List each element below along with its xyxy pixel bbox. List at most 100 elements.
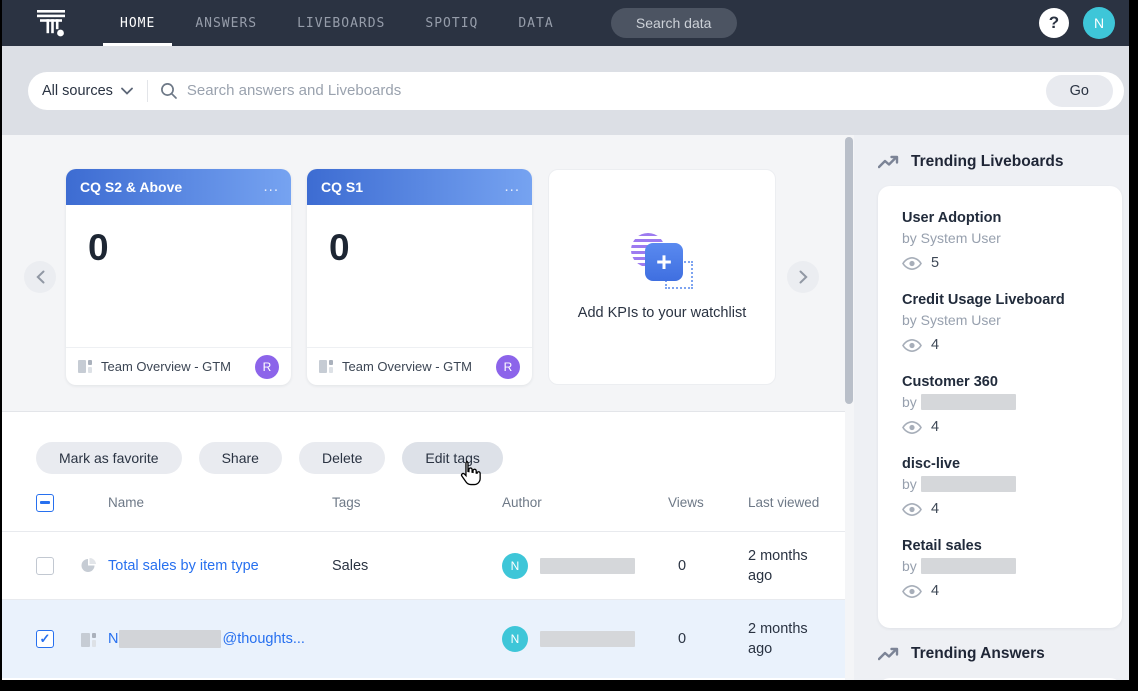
items-list-section: Mark as favorite Share Delete Edit tags … [2, 412, 845, 680]
item-name-link[interactable]: Total sales by item type [108, 558, 332, 574]
screen: HOME ANSWERS LIVEBOARDS SPOTIQ DATA Sear… [0, 0, 1138, 691]
search-section: All sources Go [2, 46, 1129, 135]
trending-item-views: 4 [902, 583, 1122, 599]
owner-avatar[interactable]: R [255, 355, 279, 379]
kpi-card-cq-s1[interactable]: CQ S1 ... 0 Team Overview - GTM R [307, 169, 532, 385]
app-window: HOME ANSWERS LIVEBOARDS SPOTIQ DATA Sear… [2, 0, 1129, 680]
redacted-author-name [921, 558, 1016, 574]
select-all-checkbox[interactable] [36, 494, 54, 512]
trending-item-author: by System User [902, 230, 1122, 246]
search-input[interactable] [187, 82, 1046, 99]
trending-item-name[interactable]: disc-live [902, 456, 1122, 472]
item-tags: Sales [332, 558, 502, 574]
kpi-value: 0 [66, 205, 291, 347]
add-kpi-icon: + [631, 233, 693, 289]
trending-item-views: 4 [902, 419, 1122, 435]
trending-item-name[interactable]: Customer 360 [902, 374, 1122, 390]
item-views: 0 [668, 631, 748, 647]
author-avatar: N [502, 553, 528, 579]
trending-item-author: by [902, 394, 1122, 410]
author-cell: N [502, 553, 668, 579]
redacted-author-name [540, 631, 635, 647]
column-header-name[interactable]: Name [108, 495, 332, 510]
eye-icon [902, 585, 922, 598]
row-checkbox-checked[interactable]: ✓ [36, 630, 54, 648]
trending-liveboards-header: Trending Liveboards [878, 153, 1129, 171]
main-content: CQ S2 & Above ... 0 Team Overview - GTM … [2, 135, 845, 680]
go-button[interactable]: Go [1046, 75, 1113, 107]
nav-tab-answers[interactable]: ANSWERS [178, 0, 274, 46]
kpi-card-header: CQ S2 & Above ... [66, 169, 291, 205]
liveboard-icon [78, 359, 93, 374]
kpi-card-menu-icon[interactable]: ... [263, 184, 279, 190]
user-avatar[interactable]: N [1083, 7, 1115, 39]
kpi-card-header: CQ S1 ... [307, 169, 532, 205]
table-row[interactable]: Total sales by item type Sales N 0 2 mon… [2, 532, 845, 600]
trending-icon [878, 647, 900, 661]
add-kpi-card[interactable]: + Add KPIs to your watchlist [548, 169, 776, 385]
column-header-tags[interactable]: Tags [332, 495, 502, 510]
item-name-suffix: @thoughts... [222, 631, 304, 647]
trending-item: disc-live by 4 [902, 456, 1122, 517]
views-count: 5 [931, 255, 939, 271]
column-header-views[interactable]: Views [668, 495, 748, 510]
mark-favorite-button[interactable]: Mark as favorite [36, 442, 182, 474]
trending-item-views: 5 [902, 255, 1122, 271]
indeterminate-dash [40, 501, 50, 504]
trending-item-name[interactable]: Credit Usage Liveboard [902, 292, 1122, 308]
kpi-watchlist-carousel: CQ S2 & Above ... 0 Team Overview - GTM … [2, 135, 845, 412]
carousel-next-button[interactable] [787, 261, 819, 293]
trending-item-name[interactable]: Retail sales [902, 538, 1122, 554]
source-selector-dropdown[interactable]: All sources [28, 83, 147, 99]
kpi-source-label: Team Overview - GTM [342, 359, 488, 374]
carousel-prev-button[interactable] [24, 261, 56, 293]
delete-button[interactable]: Delete [299, 442, 385, 474]
eye-icon [902, 257, 922, 270]
kpi-value: 0 [307, 205, 532, 347]
share-button[interactable]: Share [199, 442, 282, 474]
trending-answers-header: Trending Answers [878, 645, 1129, 663]
kpi-source-label: Team Overview - GTM [101, 359, 247, 374]
trending-item: Customer 360 by 4 [902, 374, 1122, 435]
redacted-name-segment [119, 630, 221, 648]
scrollbar-thumb[interactable] [845, 137, 853, 404]
add-kpi-label: Add KPIs to your watchlist [578, 305, 746, 321]
item-name-link[interactable]: N @thoughts... [108, 630, 332, 648]
trending-item-author: by [902, 476, 1122, 492]
nav-tab-liveboards[interactable]: LIVEBOARDS [280, 0, 402, 46]
column-header-last-viewed[interactable]: Last viewed [748, 495, 845, 510]
kpi-card-cq-s2[interactable]: CQ S2 & Above ... 0 Team Overview - GTM … [66, 169, 291, 385]
kpi-card-footer: Team Overview - GTM R [307, 347, 532, 385]
thoughtspot-logo-icon[interactable] [28, 0, 74, 46]
chevron-right-icon [799, 270, 808, 284]
trending-liveboards-title: Trending Liveboards [911, 153, 1063, 171]
kpi-card-menu-icon[interactable]: ... [504, 184, 520, 190]
trending-answers-title: Trending Answers [911, 645, 1045, 663]
trending-icon [878, 155, 900, 169]
nav-tab-spotiq[interactable]: SPOTIQ [408, 0, 495, 46]
trending-item: User Adoption by System User 5 [902, 210, 1122, 271]
kpi-cards-row: CQ S2 & Above ... 0 Team Overview - GTM … [66, 169, 776, 385]
nav-search-data-button[interactable]: Search data [611, 8, 737, 38]
trending-item-name[interactable]: User Adoption [902, 210, 1122, 226]
table-row[interactable]: ✓ N @thoughts... N 0 2 months ago [2, 600, 845, 678]
top-nav: HOME ANSWERS LIVEBOARDS SPOTIQ DATA Sear… [2, 0, 1129, 46]
item-last-viewed: 2 months ago [748, 619, 818, 659]
row-checkbox[interactable] [36, 557, 54, 575]
owner-avatar[interactable]: R [496, 355, 520, 379]
item-last-viewed: 2 months ago [748, 546, 818, 586]
column-header-author[interactable]: Author [502, 495, 668, 510]
nav-tab-data[interactable]: DATA [501, 0, 570, 46]
views-count: 4 [931, 583, 939, 599]
trending-item-views: 4 [902, 337, 1122, 353]
edit-tags-button[interactable]: Edit tags [402, 442, 502, 474]
redacted-author-name [921, 394, 1016, 410]
trending-item: Retail sales by 4 [902, 538, 1122, 599]
redacted-author-name [921, 476, 1016, 492]
help-icon[interactable]: ? [1039, 8, 1069, 38]
trending-liveboards-card: User Adoption by System User 5 Credit Us… [878, 186, 1122, 628]
nav-tabs: HOME ANSWERS LIVEBOARDS SPOTIQ DATA [100, 0, 574, 46]
source-selector-label: All sources [42, 83, 113, 99]
nav-tab-home[interactable]: HOME [103, 0, 172, 46]
redacted-author-name [540, 558, 635, 574]
